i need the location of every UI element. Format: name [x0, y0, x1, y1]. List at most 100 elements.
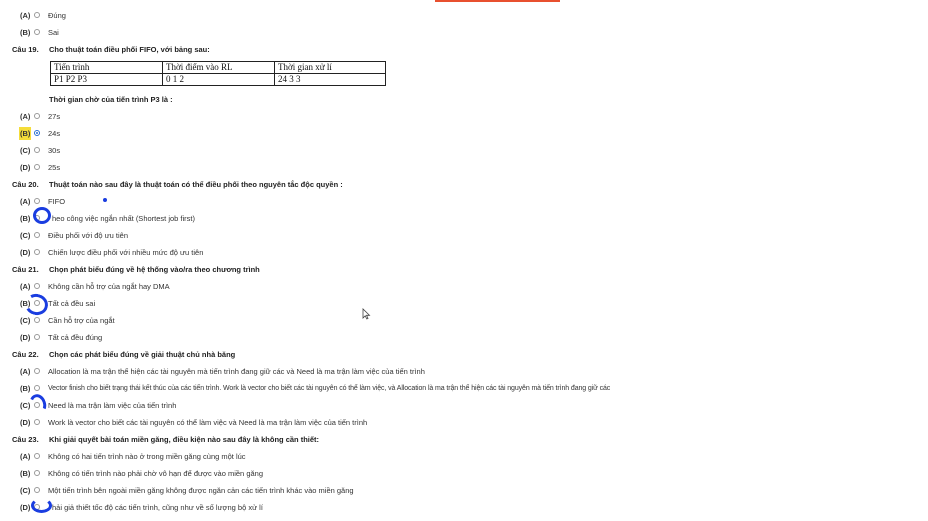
option-text: Vector finish cho biết trạng thái kết th… [48, 385, 611, 392]
question-number: Câu 19. [12, 45, 39, 54]
radio-button[interactable] [34, 113, 40, 119]
question-22: Câu 22. Chọn các phát biểu đúng về giải … [0, 348, 928, 361]
option-letter: (A) [20, 11, 31, 20]
radio-button[interactable] [34, 453, 40, 459]
question-23: Câu 23. Khi giải quyết bài toán miền găn… [0, 433, 928, 446]
question-20: Câu 20. Thuật toán nào sau đây là thuật … [0, 178, 928, 191]
sub-question-text: Thời gian chờ của tiến trình P3 là : [49, 95, 173, 104]
radio-button[interactable] [34, 317, 40, 323]
option-letter: (D) [20, 248, 31, 257]
q19-option-b[interactable]: (B) 24s [0, 127, 928, 140]
question-number: Câu 21. [12, 265, 39, 274]
question-number: Câu 23. [12, 435, 39, 444]
q23-option-a[interactable]: (A) Không có hai tiến trình nào ở trong … [0, 450, 928, 463]
radio-button[interactable] [34, 283, 40, 289]
radio-button[interactable] [34, 29, 40, 35]
option-letter: (C) [20, 146, 31, 155]
option-letter: (B) [20, 214, 31, 223]
question-text: Khi giải quyết bài toán miền găng, điều … [49, 435, 320, 444]
option-letter: (D) [20, 163, 31, 172]
option-letter: (D) [20, 503, 31, 512]
option-letter-highlighted: (B) [19, 127, 32, 140]
option-text: heo công việc ngắn nhất (Shortest job fi… [52, 214, 195, 223]
table-header-cell: Thời gian xử lí [274, 61, 386, 74]
q19-option-a[interactable]: (A) 27s [0, 110, 928, 123]
question-21: Câu 21. Chọn phát biểu đúng về hệ thống … [0, 263, 928, 276]
radio-button[interactable] [34, 470, 40, 476]
radio-button[interactable] [34, 164, 40, 170]
option-text: 24s [48, 129, 61, 138]
option-letter: (D) [20, 333, 31, 342]
q18-option-a[interactable]: (A) Đúng [0, 9, 928, 22]
option-letter: (B) [20, 469, 31, 478]
radio-button[interactable] [34, 249, 40, 255]
pen-dot-mark [103, 198, 107, 202]
q21-option-a[interactable]: (A) Không cần hỗ trợ của ngắt hay DMA [0, 280, 928, 293]
mouse-cursor-icon [362, 308, 371, 320]
q22-option-c[interactable]: (C) Need là ma trận làm việc của tiến tr… [0, 399, 928, 412]
radio-button[interactable] [34, 368, 40, 374]
table-header-cell: Tiến trình [50, 61, 163, 74]
table-cell: P1 P2 P3 [50, 73, 163, 86]
option-text: hải giả thiết tốc độ các tiến trình, cũn… [52, 503, 263, 512]
radio-button[interactable] [34, 147, 40, 153]
radio-button[interactable] [34, 334, 40, 340]
question-number: Câu 22. [12, 350, 39, 359]
question-number: Câu 20. [12, 180, 39, 189]
radio-button[interactable] [34, 198, 40, 204]
option-text: Need là ma trận làm việc của tiến trình [48, 401, 177, 410]
q23-option-d[interactable]: (D) hải giả thiết tốc độ các tiến trình,… [0, 501, 928, 514]
option-text: Không có tiến trình nào phải chờ vô hạn … [48, 469, 263, 478]
table-header-row: Tiến trình Thời điểm vào RL Thời gian xử… [50, 61, 386, 74]
question-text: Chọn các phát biểu đúng về giải thuật ch… [49, 350, 236, 359]
q22-option-d[interactable]: (D) Work là vector cho biết các tài nguy… [0, 416, 928, 429]
q21-option-d[interactable]: (D) Tất cả đều đúng [0, 331, 928, 344]
q20-option-c[interactable]: (C) Điều phối với độ ưu tiên [0, 229, 928, 242]
q21-option-b[interactable]: (B) Tất cả đều sai [0, 297, 928, 310]
option-text: Sai [48, 28, 59, 37]
question-text: Cho thuật toán điều phối FIFO, với bảng … [49, 45, 210, 54]
question-text: Chọn phát biểu đúng về hệ thống vào/ra t… [49, 265, 260, 274]
question-19: Câu 19. Cho thuật toán điều phối FIFO, v… [0, 43, 928, 56]
option-text: FIFO [48, 197, 66, 206]
option-text: Tất cả đều sai [48, 299, 96, 308]
table-cell: 24 3 3 [274, 73, 386, 86]
radio-button[interactable] [34, 12, 40, 18]
option-text: Một tiến trình bên ngoài miền găng không… [48, 486, 354, 495]
option-letter: (B) [20, 384, 31, 393]
table-row: P1 P2 P3 0 1 2 24 3 3 [50, 73, 386, 86]
option-letter: (A) [20, 282, 31, 291]
pen-circle-mark [27, 391, 49, 417]
option-text: 30s [48, 146, 61, 155]
option-letter: (A) [20, 112, 31, 121]
q21-option-c[interactable]: (C) Cần hỗ trợ của ngắt [0, 314, 928, 327]
option-letter: (C) [20, 486, 31, 495]
option-letter: (D) [20, 418, 31, 427]
option-text: Work là vector cho biết các tài nguyên c… [48, 418, 368, 427]
q20-option-d[interactable]: (D) Chiến lược điều phối với nhiều mức đ… [0, 246, 928, 259]
fifo-table: Tiến trình Thời điểm vào RL Thời gian xử… [50, 61, 386, 86]
q20-option-a[interactable]: (A) FIFO [0, 195, 928, 208]
question-text: Thuật toán nào sau đây là thuật toán có … [49, 180, 343, 189]
radio-button[interactable] [34, 385, 40, 391]
q19-option-d[interactable]: (D) 25s [0, 161, 928, 174]
radio-button[interactable] [34, 232, 40, 238]
option-text: Điều phối với độ ưu tiên [48, 231, 128, 240]
table-cell: 0 1 2 [162, 73, 275, 86]
q22-option-a[interactable]: (A) Allocation là ma trận thể hiện các t… [0, 365, 928, 378]
pen-circle-mark [31, 498, 52, 513]
q23-option-b[interactable]: (B) Không có tiến trình nào phải chờ vô … [0, 467, 928, 480]
q18-option-b[interactable]: (B) Sai [0, 26, 928, 39]
radio-button[interactable] [34, 419, 40, 425]
q20-option-b[interactable]: (B) heo công việc ngắn nhất (Shortest jo… [0, 212, 928, 225]
pen-circle-mark [33, 207, 51, 224]
q23-option-c[interactable]: (C) Một tiến trình bên ngoài miền găng k… [0, 484, 928, 497]
option-text: Allocation là ma trận thể hiện các tài n… [48, 367, 425, 376]
q22-option-b[interactable]: (B) Vector finish cho biết trạng thái kế… [0, 382, 928, 395]
table-header-cell: Thời điểm vào RL [162, 61, 275, 74]
q19-option-c[interactable]: (C) 30s [0, 144, 928, 157]
option-text: Không cần hỗ trợ của ngắt hay DMA [48, 282, 170, 291]
option-text: Đúng [48, 11, 66, 20]
radio-button[interactable] [34, 487, 40, 493]
radio-button-selected[interactable] [34, 130, 40, 136]
